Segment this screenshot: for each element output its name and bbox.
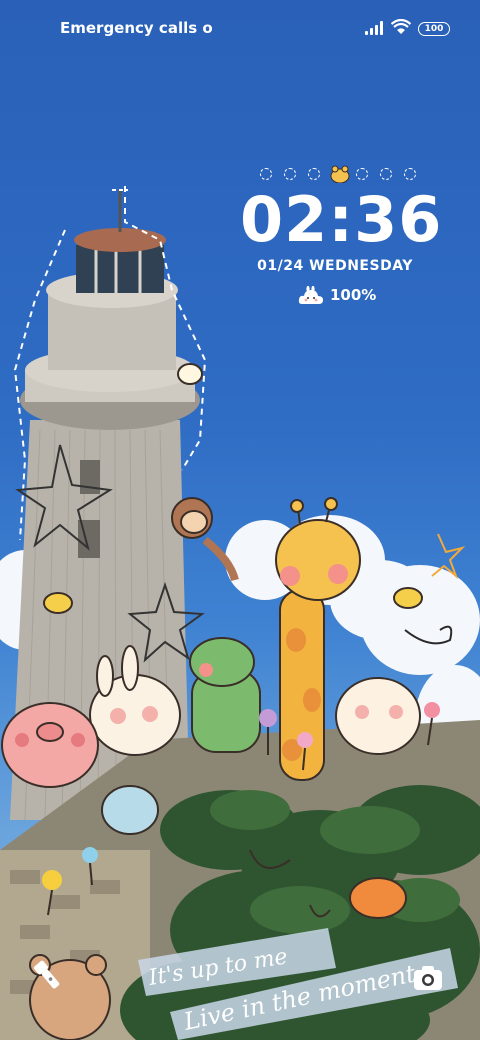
lock-screen: It's up to me Live in the moment. Emerge… [0, 0, 480, 1040]
cloud-bunny-icon [298, 286, 323, 304]
flashlight-icon [33, 960, 60, 989]
page-dot [284, 168, 296, 180]
camera-icon [414, 966, 442, 990]
page-dot [308, 168, 320, 180]
page-dot [356, 168, 368, 180]
battery-level: 100 [424, 24, 444, 34]
page-dot [380, 168, 392, 180]
active-page-dot-icon [330, 165, 350, 183]
carrier-text: Emergency calls o [60, 19, 213, 37]
page-dot [404, 168, 416, 180]
page-indicator [258, 165, 428, 185]
cellular-signal-icon [365, 21, 385, 35]
flashlight-button[interactable] [28, 956, 68, 996]
wallpaper-illustration: It's up to me Live in the moment. [0, 186, 480, 1040]
battery-percent-text: 100% [330, 286, 377, 304]
battery-icon: 100 [418, 22, 450, 36]
camera-button[interactable] [408, 958, 448, 998]
wifi-icon [391, 19, 411, 34]
lock-clock-date: 01/24 WEDNESDAY [257, 258, 413, 274]
page-dot [260, 168, 272, 180]
status-bar: Emergency calls o 100 [0, 0, 480, 56]
lock-clock-time: 02:36 [240, 183, 443, 256]
